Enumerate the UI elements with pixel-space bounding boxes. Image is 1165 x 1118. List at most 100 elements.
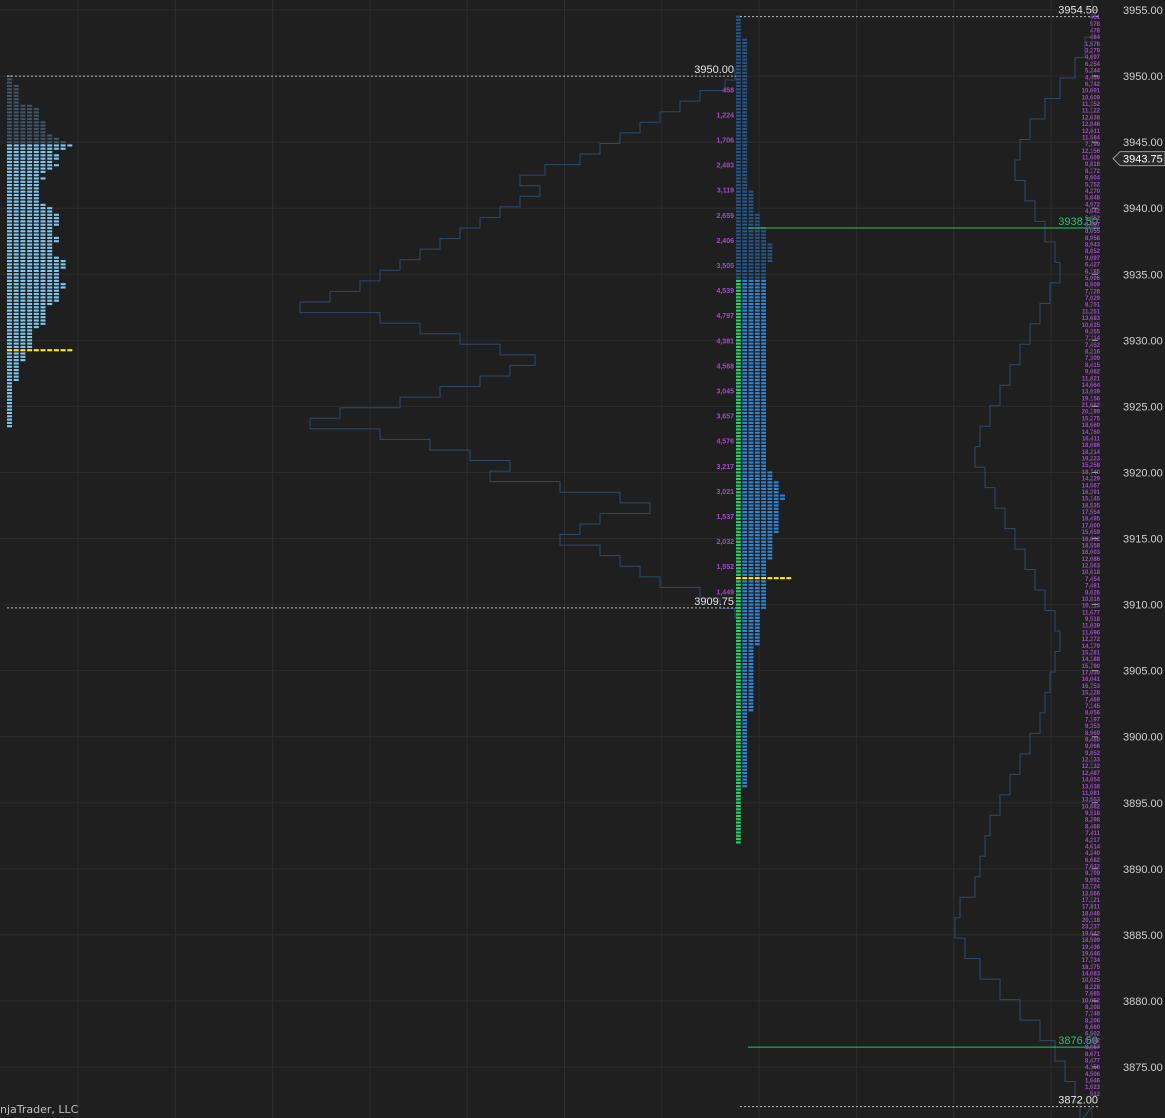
tpo-block	[736, 745, 741, 748]
tpo-block	[754, 464, 760, 467]
tpo-block	[13, 104, 19, 107]
tpo-block	[742, 266, 748, 269]
tpo-block	[742, 676, 748, 679]
tpo-block	[748, 319, 754, 322]
tpo-block	[742, 778, 748, 781]
tpo-block	[27, 253, 33, 256]
tpo-block	[27, 266, 33, 269]
tpo-block	[33, 243, 39, 246]
right-volume-label: 15,659	[1082, 530, 1101, 536]
tpo-block	[736, 646, 741, 649]
tpo-block	[53, 157, 59, 160]
left-tpo-profile	[7, 75, 73, 428]
tpo-block	[736, 636, 741, 639]
tpo-block	[20, 180, 26, 183]
tpo-block	[773, 527, 779, 530]
tpo-block	[736, 160, 741, 163]
tpo-block	[53, 220, 59, 223]
tpo-block	[33, 167, 39, 170]
tpo-block	[27, 296, 33, 299]
tpo-block	[27, 332, 33, 335]
tpo-block	[736, 557, 741, 560]
tpo-block	[13, 342, 19, 345]
tpo-block	[7, 124, 12, 127]
tpo-block	[742, 91, 748, 94]
tpo-block	[748, 375, 754, 378]
tpo-block	[7, 150, 12, 154]
tpo-block	[736, 676, 741, 679]
tpo-block	[767, 491, 773, 494]
tpo-block	[7, 309, 12, 312]
tpo-block	[736, 431, 741, 434]
tpo-block	[7, 184, 12, 187]
tpo-block	[748, 273, 754, 276]
tpo-block	[60, 266, 66, 269]
tpo-block	[742, 742, 748, 745]
tpo-block	[761, 316, 766, 319]
tpo-block	[754, 230, 760, 233]
left-volume-outline	[299, 69, 736, 620]
tpo-block	[13, 236, 19, 239]
tpo-block	[754, 616, 760, 619]
tpo-block	[748, 689, 754, 692]
tpo-block	[13, 359, 19, 362]
tpo-block	[742, 276, 748, 279]
tpo-block	[736, 316, 741, 319]
tpo-block	[27, 203, 33, 206]
tpo-block	[736, 511, 741, 514]
tpo-block	[13, 256, 19, 259]
right-volume-label: 16,753	[1082, 684, 1101, 690]
tpo-block	[736, 629, 741, 633]
tpo-block	[20, 200, 26, 203]
tpo-block	[754, 590, 760, 593]
tpo-block	[742, 418, 748, 421]
tpo-block	[742, 752, 748, 755]
tpo-block	[13, 326, 19, 329]
tpo-block	[736, 223, 741, 226]
tpo-block	[767, 530, 773, 533]
tpo-block	[742, 402, 748, 405]
tpo-block	[736, 411, 741, 415]
right-volume-label: 12,638	[1082, 115, 1101, 121]
tpo-block	[754, 524, 760, 527]
tpo-block	[7, 283, 12, 286]
right-volume-label: 9,355	[1085, 329, 1101, 335]
right-volume-label: 18,660	[1082, 423, 1101, 429]
tpo-block	[748, 405, 754, 408]
tpo-block	[761, 411, 766, 415]
tpo-block	[736, 672, 741, 675]
price-level-lines: 3950.003909.753954.503872.003938.503876.…	[7, 5, 1100, 1108]
tpo-block	[742, 302, 748, 306]
tpo-block	[742, 468, 748, 471]
tpo-block	[20, 154, 26, 157]
tpo-block	[27, 233, 33, 236]
tpo-block	[40, 283, 46, 286]
tpo-block	[736, 590, 741, 593]
tpo-block	[748, 408, 754, 411]
tpo-block	[742, 362, 748, 365]
tpo-block	[761, 451, 766, 454]
tpo-block	[7, 164, 12, 167]
tpo-block	[748, 477, 754, 481]
right-volume-label: 15,258	[1082, 463, 1101, 469]
tpo-block	[742, 699, 748, 702]
tpo-block	[754, 511, 760, 514]
tpo-block	[736, 732, 741, 735]
right-volume-label: 14,179	[1082, 644, 1101, 650]
tpo-block	[736, 48, 741, 51]
tpo-block	[736, 236, 741, 239]
tpo-block	[33, 180, 39, 183]
tpo-block	[33, 273, 39, 276]
tpo-block	[47, 210, 53, 213]
tpo-block	[13, 217, 19, 220]
tpo-block	[27, 236, 33, 239]
tpo-block	[761, 448, 766, 451]
right-volume-label: 8,667	[1085, 1045, 1101, 1051]
tpo-block	[748, 246, 754, 249]
tpo-block	[7, 177, 12, 180]
tpo-block	[773, 481, 779, 484]
tpo-block	[748, 444, 754, 448]
tpo-block	[742, 226, 748, 230]
tpo-block	[748, 474, 754, 477]
tpo-block	[20, 332, 26, 335]
